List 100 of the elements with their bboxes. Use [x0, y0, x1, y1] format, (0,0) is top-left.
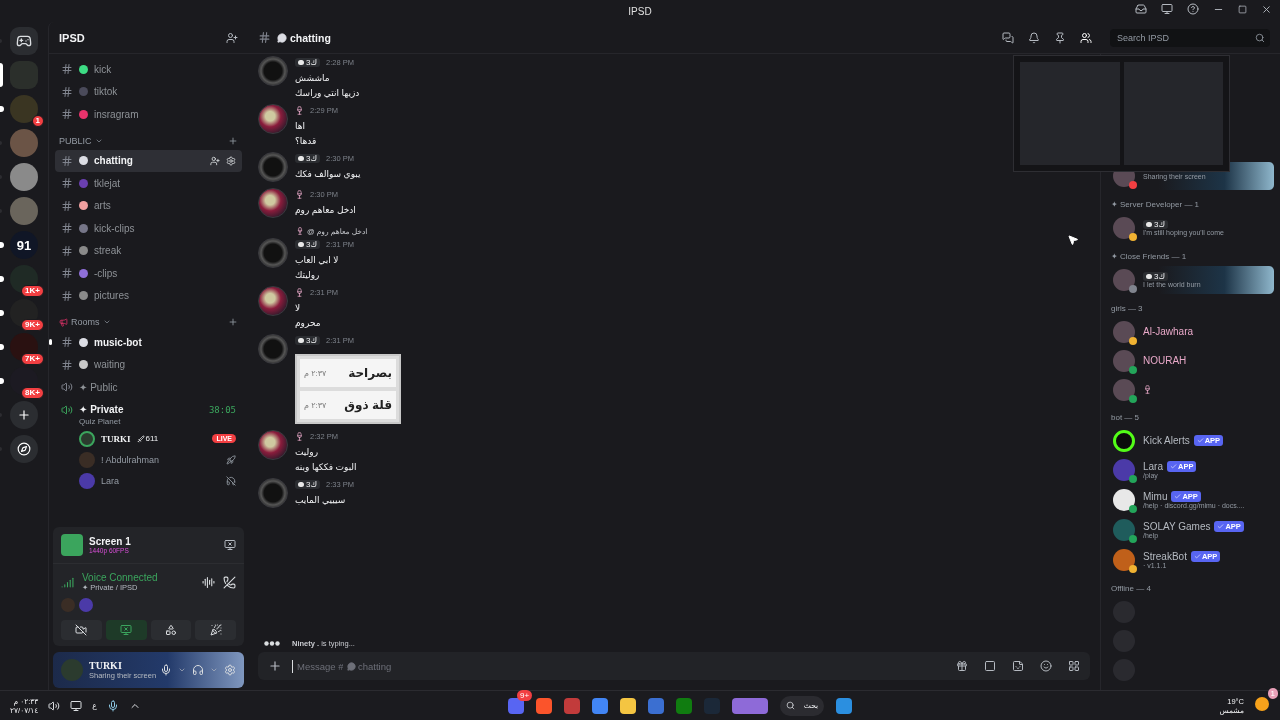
channel-item[interactable]: waiting — [55, 353, 242, 376]
member-item[interactable]: Al-Jawhara — [1109, 318, 1274, 345]
soundboard-button[interactable] — [195, 620, 236, 640]
gift-button[interactable] — [956, 660, 968, 672]
screenshot-image[interactable]: ٢:٣٧ م بصراحة ٢:٣٧ م قلة ذوق — [295, 354, 401, 424]
stream-title: Screen 1 — [89, 536, 132, 547]
server-name[interactable]: IPSD — [59, 31, 85, 44]
user-name[interactable]: Lara — [101, 475, 119, 486]
message-input[interactable]: Message # — [295, 659, 345, 673]
guild-tag: ك3 — [295, 335, 321, 345]
attach-icon[interactable] — [268, 659, 282, 673]
help-icon[interactable] — [1187, 3, 1199, 15]
channel-name: pictures — [94, 290, 130, 302]
app-icon[interactable] — [536, 697, 553, 714]
server-icon[interactable] — [10, 299, 38, 327]
user-avatar[interactable] — [258, 188, 288, 218]
channel-name: streak — [94, 245, 123, 257]
activities-button[interactable] — [150, 620, 192, 640]
user-avatar[interactable] — [258, 430, 288, 460]
search-input[interactable]: Search IPSD — [1115, 31, 1255, 44]
member-avatar — [1113, 429, 1135, 452]
app-icon[interactable] — [732, 697, 769, 714]
compass-icon[interactable] — [10, 435, 38, 463]
hash-icon — [61, 108, 73, 121]
headphones-icon[interactable] — [192, 664, 204, 676]
invite-icon[interactable] — [210, 155, 220, 166]
category-name[interactable]: PUBLIC — [59, 135, 92, 146]
member-item[interactable]: NOURAH — [1109, 347, 1274, 374]
app-icon[interactable] — [676, 697, 693, 714]
members-button[interactable] — [1080, 31, 1092, 44]
channel-item[interactable]: streak — [55, 239, 242, 262]
gamepad-icon[interactable] — [10, 27, 38, 55]
app-icon[interactable] — [592, 697, 609, 714]
app-icon[interactable] — [564, 697, 581, 714]
user-name[interactable]: ! Abdulrahman — [101, 454, 160, 465]
pin-button[interactable] — [1054, 31, 1066, 44]
user-name[interactable]: TURKI — [101, 433, 131, 444]
channel-item[interactable]: kick — [55, 58, 242, 81]
channel-item[interactable]: music-bot — [55, 331, 242, 354]
add-server-icon[interactable] — [10, 401, 38, 429]
noise-suppression-icon[interactable] — [202, 575, 215, 589]
chevron-icon[interactable] — [178, 666, 186, 674]
server-icon[interactable]: 91 — [10, 231, 38, 259]
search-field[interactable]: Search IPSD — [1110, 28, 1270, 47]
speaker-icon[interactable] — [48, 699, 61, 712]
hash-icon — [61, 85, 73, 98]
app-icon[interactable] — [648, 697, 665, 714]
threads-button[interactable] — [1002, 31, 1014, 44]
channel-item[interactable]: chatting — [55, 149, 242, 172]
maximize-icon[interactable] — [1238, 4, 1247, 14]
message-text: روليتك — [295, 270, 321, 280]
category-name[interactable]: Rooms — [71, 317, 100, 327]
settings-icon[interactable] — [224, 664, 236, 676]
add-channel-icon[interactable] — [228, 317, 238, 327]
channel-item[interactable]: tklejat — [55, 172, 242, 195]
channel-item[interactable]: kick-clips — [55, 217, 242, 240]
microphone-icon[interactable] — [160, 664, 172, 676]
apps-button[interactable] — [1068, 660, 1080, 672]
channel-item[interactable]: pictures — [55, 284, 242, 307]
display-icon[interactable] — [70, 699, 83, 712]
sticker-button[interactable] — [1012, 660, 1024, 672]
emoji-button[interactable] — [1040, 660, 1052, 672]
camera-icon — [75, 624, 88, 636]
member-name: SOLAY Games — [1143, 521, 1211, 532]
notification-badge: 9+ — [517, 689, 533, 701]
folder-app-icon[interactable] — [620, 697, 637, 714]
voice-channel[interactable]: ✦ Public — [55, 376, 242, 399]
channel-item[interactable]: tiktok — [55, 80, 242, 103]
guild-tag: ك3 — [295, 153, 321, 163]
screen-button[interactable] — [105, 620, 147, 640]
inbox-icon[interactable] — [1135, 3, 1147, 15]
hash-icon — [61, 289, 73, 302]
sun-icon[interactable] — [1254, 695, 1270, 712]
bell-button[interactable] — [1028, 31, 1040, 44]
app-icon[interactable] — [508, 697, 525, 714]
user-avatar[interactable] — [79, 430, 95, 447]
start-button[interactable] — [836, 697, 853, 714]
user-avatar[interactable] — [258, 104, 288, 134]
speech-bubble-icon — [347, 661, 356, 671]
hash-icon — [61, 358, 73, 371]
disconnect-icon[interactable] — [223, 575, 236, 589]
settings-icon[interactable] — [226, 155, 236, 166]
add-channel-icon[interactable] — [228, 135, 238, 146]
server-icon[interactable] — [10, 367, 38, 395]
channel-item[interactable]: arts — [55, 194, 242, 217]
screen-icon[interactable] — [1161, 3, 1173, 15]
camera-button[interactable] — [61, 620, 102, 640]
channel-item[interactable]: -clips — [55, 262, 242, 285]
user-avatar[interactable] — [258, 286, 288, 316]
monitor-x-icon[interactable] — [224, 539, 236, 551]
microphone-icon[interactable] — [106, 699, 119, 712]
channel-name: chatting — [358, 660, 392, 672]
channel-name: tiktok — [94, 86, 119, 98]
channel-title: chatting — [290, 31, 331, 44]
member-group-title: girls — 3 — [1110, 303, 1144, 315]
invite-icon[interactable] — [226, 31, 238, 44]
close-icon[interactable] — [1261, 3, 1272, 15]
soundboard-icon — [209, 624, 222, 636]
channel-item[interactable]: insragram — [55, 103, 242, 126]
unread-badge: 7K+ — [21, 353, 44, 365]
